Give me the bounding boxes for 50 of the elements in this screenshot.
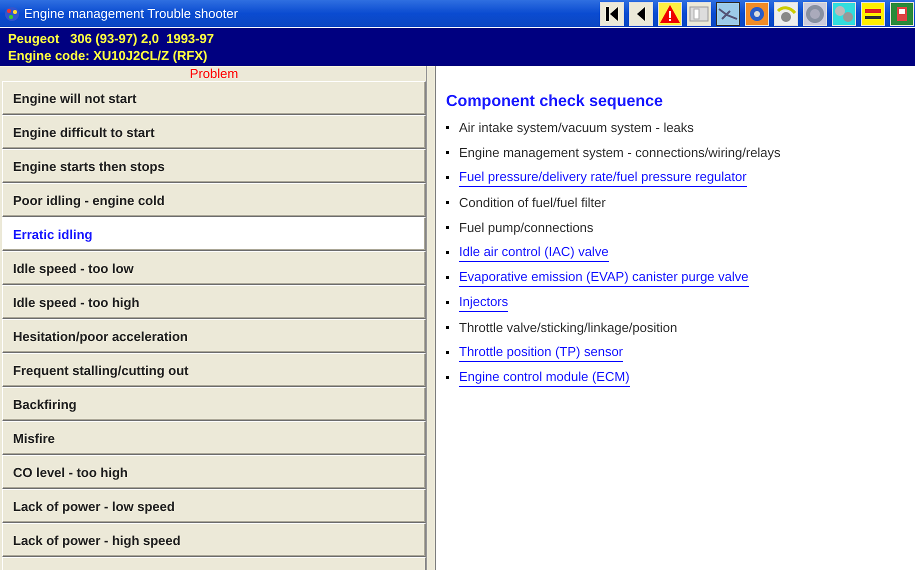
problem-item[interactable]: Lack of power - high speed — [2, 523, 426, 557]
problem-item[interactable]: CO level - too high — [2, 455, 426, 489]
bullet-icon — [446, 301, 449, 304]
problem-item[interactable]: Idle speed - too high — [2, 285, 426, 319]
bullet-icon — [446, 276, 449, 279]
problem-item[interactable]: Frequent stalling/cutting out — [2, 353, 426, 387]
gear-icon — [746, 2, 768, 24]
column-heading: Problem — [188, 66, 240, 81]
component-step: Air intake system/vacuum system - leaks — [459, 120, 694, 135]
bullet-icon — [446, 126, 449, 129]
component-link[interactable]: Idle air control (IAC) valve — [459, 244, 609, 262]
problem-item[interactable]: Hesitation/poor acceleration — [2, 319, 426, 353]
engine-code: Engine code: XU10J2CL/Z (RFX) — [8, 47, 208, 64]
problem-item[interactable]: Engine starts then stops — [2, 149, 426, 183]
problem-item[interactable]: Idle speed - too low — [2, 251, 426, 285]
app-icon — [4, 6, 20, 22]
problem-item[interactable]: Backfiring — [2, 387, 426, 421]
window-title: Engine management Trouble shooter — [24, 6, 239, 21]
tools-icon — [862, 2, 884, 24]
diagram-icon — [717, 2, 739, 24]
section-heading: Component check sequence — [446, 93, 664, 111]
toolbar-button[interactable] — [716, 2, 740, 26]
component-step: Fuel pump/connections — [459, 220, 594, 235]
bullet-icon — [446, 376, 449, 379]
bullet-icon — [446, 151, 449, 154]
window-icon — [689, 6, 709, 22]
vehicle-model: Peugeot 306 (93-97) 2,0 1993-97 — [8, 30, 215, 47]
problem-item[interactable]: Erratic idling — [2, 217, 426, 251]
component-link[interactable]: Fuel pressure/delivery rate/fuel pressure regulator — [459, 168, 747, 186]
component-link[interactable]: Engine control module (ECM) — [459, 368, 630, 386]
problem-item[interactable]: Engine difficult to start — [2, 115, 426, 149]
bullet-icon — [446, 226, 449, 229]
first-icon — [605, 6, 619, 22]
component-link[interactable]: Throttle position (TP) sensor — [459, 344, 624, 362]
bullet-icon — [446, 251, 449, 254]
warning-icon — [659, 2, 681, 24]
bullet-icon — [446, 201, 449, 204]
bullet-icon — [446, 176, 449, 179]
component-step: Throttle valve/sticking/linkage/position — [459, 320, 678, 335]
back-icon — [636, 6, 646, 22]
bullet-icon — [446, 351, 449, 354]
component-step: Condition of fuel/fuel filter — [459, 195, 606, 210]
problem-item[interactable]: Lack of power - low speed — [2, 489, 426, 523]
problem-item[interactable]: Poor idling - engine cold — [2, 183, 426, 217]
component-link[interactable]: Evaporative emission (EVAP) canister purge valve — [459, 268, 748, 286]
bullet-icon — [446, 326, 449, 329]
component-link[interactable]: Injectors — [459, 294, 508, 312]
component-step: Engine management system - connections/wiring/relays — [459, 145, 781, 160]
problem-item[interactable]: Misfire — [2, 421, 426, 455]
problem-item[interactable]: Engine will not start — [2, 81, 426, 115]
